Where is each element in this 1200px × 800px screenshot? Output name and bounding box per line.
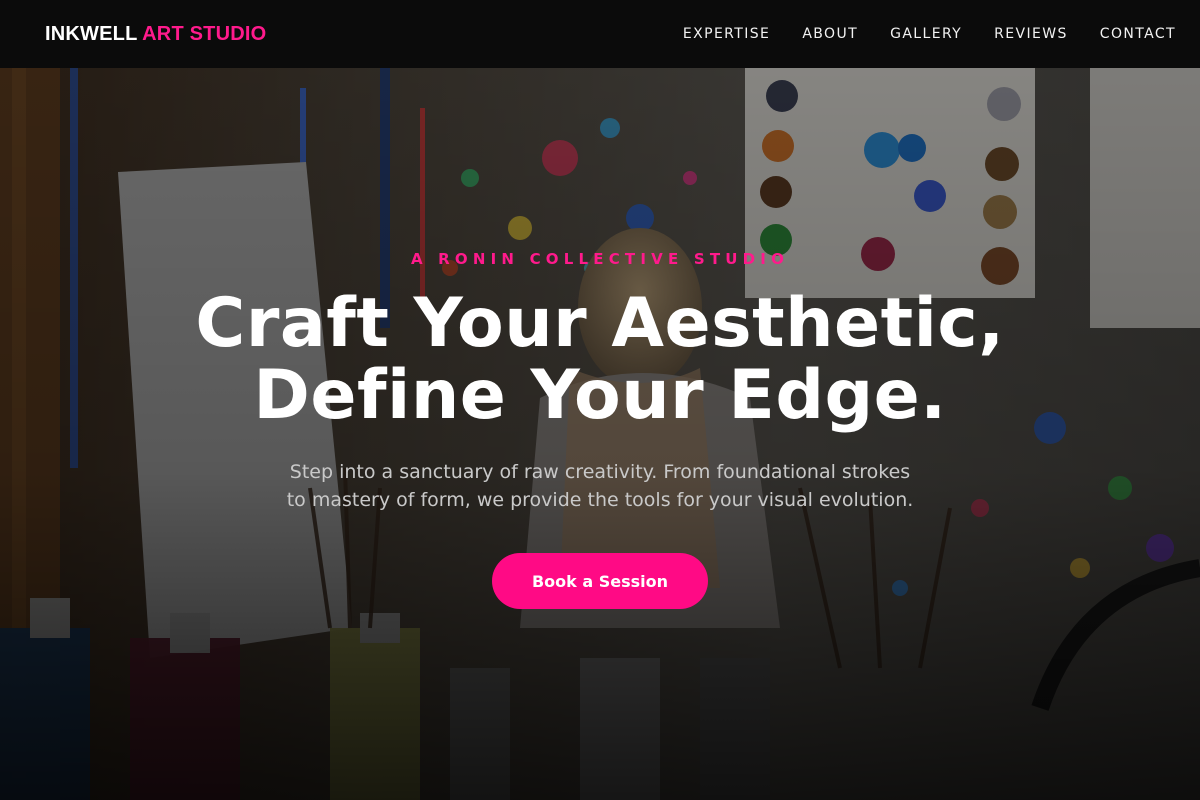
hero-content: A RONIN COLLECTIVE STUDIO Craft Your Aes… bbox=[0, 68, 1200, 800]
nav-link-reviews[interactable]: REVIEWS bbox=[994, 26, 1068, 42]
brand-name: INKWELL bbox=[45, 22, 138, 45]
subtitle-line-1: Step into a sanctuary of raw creativity.… bbox=[289, 461, 911, 483]
headline-line-2: Define Your Edge. bbox=[253, 356, 947, 435]
book-session-button[interactable]: Book a Session bbox=[492, 553, 708, 609]
nav-link-about[interactable]: ABOUT bbox=[802, 26, 858, 42]
hero-kicker: A RONIN COLLECTIVE STUDIO bbox=[410, 250, 790, 268]
headline-line-1: Craft Your Aesthetic, bbox=[195, 284, 1005, 363]
nav-link-expertise[interactable]: EXPERTISE bbox=[683, 26, 770, 42]
main-nav: EXPERTISE ABOUT GALLERY REVIEWS CONTACT bbox=[651, 26, 1176, 42]
brand-accent: ART STUDIO bbox=[142, 22, 267, 45]
landing-page: INKWELL ART STUDIO EXPERTISE ABOUT GALLE… bbox=[0, 0, 1200, 800]
brand-logo[interactable]: INKWELL ART STUDIO bbox=[45, 23, 266, 46]
nav-link-gallery[interactable]: GALLERY bbox=[890, 26, 962, 42]
hero-headline: Craft Your Aesthetic, Define Your Edge. bbox=[0, 288, 1200, 432]
hero-section: A RONIN COLLECTIVE STUDIO Craft Your Aes… bbox=[0, 68, 1200, 800]
site-header: INKWELL ART STUDIO EXPERTISE ABOUT GALLE… bbox=[0, 0, 1200, 68]
subtitle-line-2: to mastery of form, we provide the tools… bbox=[286, 489, 914, 511]
hero-subtitle: Step into a sanctuary of raw creativity.… bbox=[250, 458, 950, 514]
nav-link-contact[interactable]: CONTACT bbox=[1100, 26, 1176, 42]
